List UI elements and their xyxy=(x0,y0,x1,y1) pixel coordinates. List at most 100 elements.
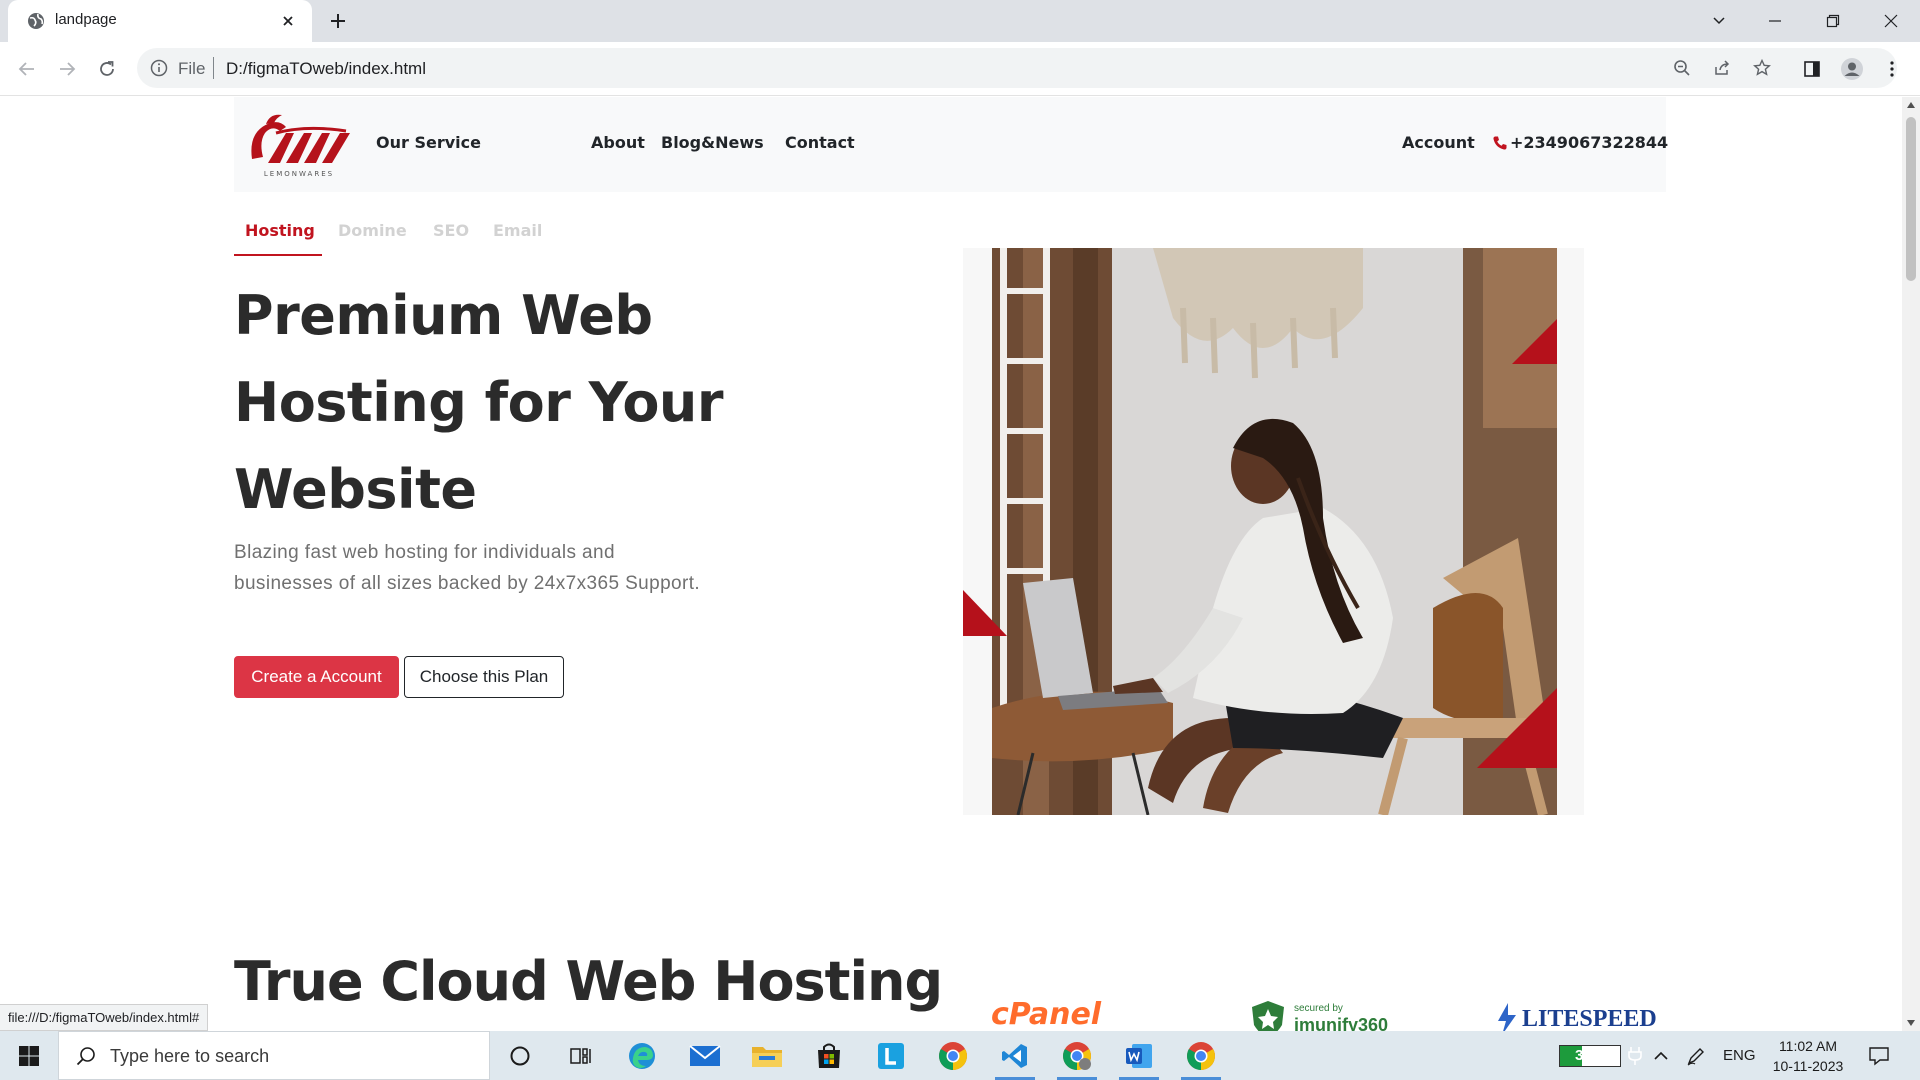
plug-icon xyxy=(1628,1046,1642,1065)
chevron-down-icon xyxy=(1713,17,1725,25)
tab-hosting[interactable]: Hosting xyxy=(234,214,322,256)
hero-photo xyxy=(963,248,1557,815)
forward-button[interactable] xyxy=(54,56,80,82)
bookmark-button[interactable] xyxy=(1749,55,1775,81)
back-icon xyxy=(18,62,34,76)
forward-icon xyxy=(60,62,76,76)
tab-email[interactable]: Email xyxy=(493,214,542,256)
chrome-icon xyxy=(1063,1041,1091,1070)
nav-account[interactable]: Account xyxy=(1402,133,1475,152)
mail-app[interactable] xyxy=(677,1031,733,1080)
litespeed-logo: LITESPEED xyxy=(1494,999,1657,1031)
sidepanel-icon xyxy=(1804,61,1820,77)
cortana-button[interactable] xyxy=(492,1031,548,1080)
url-text[interactable]: D:/figmaTOweb/index.html xyxy=(226,59,426,79)
zoom-button[interactable] xyxy=(1669,55,1695,81)
battery-indicator[interactable]: 36% xyxy=(1559,1045,1621,1067)
logo-wordmark: LEMONWARES xyxy=(264,170,334,178)
chrome-profile-app[interactable] xyxy=(1049,1031,1105,1080)
language-indicator[interactable]: ENG xyxy=(1723,1031,1756,1080)
imunify-secured-by: secured by xyxy=(1294,1003,1343,1014)
store-icon xyxy=(818,1043,840,1068)
close-window-button[interactable] xyxy=(1868,4,1914,38)
minimize-button[interactable] xyxy=(1752,4,1798,38)
browser-menu-button[interactable] xyxy=(1879,56,1905,82)
task-view-button[interactable] xyxy=(552,1031,608,1080)
scroll-down-arrow[interactable] xyxy=(1907,1020,1915,1026)
windows-taskbar: Type here to search 36% ENG 11:02 AM 10-… xyxy=(0,1031,1920,1080)
cpanel-text: cPanel xyxy=(991,996,1102,1032)
info-icon[interactable] xyxy=(149,58,169,78)
hero-title-line: Premium Web xyxy=(234,284,653,347)
power-icon[interactable] xyxy=(1627,1031,1643,1080)
scrollbar-thumb[interactable] xyxy=(1906,117,1916,281)
share-icon xyxy=(1715,60,1730,75)
start-button[interactable] xyxy=(0,1031,58,1080)
tab-domine[interactable]: Domine xyxy=(338,214,407,256)
hero-description-line: Blazing fast web hosting for individuals… xyxy=(234,542,615,563)
side-panel-button[interactable] xyxy=(1799,56,1825,82)
star-icon xyxy=(1753,58,1771,76)
clock-date: 10-11-2023 xyxy=(1772,1058,1844,1074)
site-navbar: LEMONWARES Our Service About Blog&News C… xyxy=(234,97,1668,192)
store-app[interactable] xyxy=(801,1031,857,1080)
notification-icon xyxy=(1869,1046,1889,1065)
scroll-up-arrow[interactable] xyxy=(1907,102,1915,108)
address-bar[interactable]: File D:/figmaTOweb/index.html xyxy=(137,48,1897,88)
phone-number: +2349067322844 xyxy=(1510,133,1669,152)
section-title: True Cloud Web Hosting xyxy=(234,950,943,1013)
word-app[interactable] xyxy=(1111,1031,1167,1080)
clock-time: 11:02 AM xyxy=(1778,1038,1838,1054)
page-scrollbar[interactable] xyxy=(1902,97,1920,1031)
maximize-icon xyxy=(1826,14,1840,28)
menu-icon xyxy=(1890,61,1894,77)
l-app-icon xyxy=(878,1042,904,1069)
share-button[interactable] xyxy=(1709,55,1735,81)
tab-seo[interactable]: SEO xyxy=(433,214,469,256)
url-scheme: File xyxy=(178,59,206,78)
reload-button[interactable] xyxy=(94,56,120,82)
hero-title: Premium Web Hosting for Your Website xyxy=(234,272,934,533)
word-icon xyxy=(1126,1043,1152,1068)
phone-link[interactable]: +2349067322844 xyxy=(1492,133,1668,152)
reload-icon xyxy=(100,61,114,76)
search-placeholder: Type here to search xyxy=(110,1046,270,1066)
hero-title-line: Hosting for Your xyxy=(234,371,724,434)
nav-contact[interactable]: Contact xyxy=(785,133,855,152)
hero-image-frame xyxy=(963,248,1584,815)
letter-l-app[interactable] xyxy=(863,1031,919,1080)
nav-blog-news[interactable]: Blog&News xyxy=(661,133,764,152)
profile-icon xyxy=(1841,58,1863,80)
profile-button[interactable] xyxy=(1839,56,1865,82)
create-account-button[interactable]: Create a Account xyxy=(234,656,399,698)
browser-tab[interactable]: landpage xyxy=(8,0,312,42)
tab-strip: landpage xyxy=(0,0,1920,42)
taskbar-clock[interactable]: 11:02 AM 10-11-2023 xyxy=(1766,1036,1850,1076)
chrome-app[interactable] xyxy=(925,1031,981,1080)
pen-icon xyxy=(1687,1047,1704,1065)
notifications-button[interactable] xyxy=(1868,1031,1890,1080)
lemonwares-logo[interactable]: LEMONWARES xyxy=(246,109,352,183)
chevron-up-icon xyxy=(1654,1051,1668,1060)
close-icon[interactable] xyxy=(278,11,298,31)
taskbar-search[interactable]: Type here to search xyxy=(58,1031,490,1080)
tab-search-button[interactable] xyxy=(1696,4,1742,38)
choose-plan-button[interactable]: Choose this Plan xyxy=(404,656,564,698)
edge-app[interactable] xyxy=(614,1031,670,1080)
vscode-icon xyxy=(1002,1043,1027,1068)
nav-about[interactable]: About xyxy=(591,133,645,152)
pen-workspace-button[interactable] xyxy=(1686,1031,1706,1080)
chrome-icon xyxy=(939,1041,967,1070)
litespeed-bolt-icon xyxy=(1498,1003,1516,1031)
globe-icon xyxy=(28,13,44,29)
plus-icon[interactable] xyxy=(326,9,350,33)
nav-our-service[interactable]: Our Service xyxy=(376,133,481,152)
chrome-active-app[interactable] xyxy=(1173,1031,1229,1080)
vscode-app[interactable] xyxy=(987,1031,1043,1080)
file-explorer-app[interactable] xyxy=(739,1031,795,1080)
chrome-icon xyxy=(1187,1041,1215,1070)
back-button[interactable] xyxy=(14,56,40,82)
mail-icon xyxy=(689,1044,721,1066)
restore-button[interactable] xyxy=(1810,4,1856,38)
tray-overflow-button[interactable] xyxy=(1652,1031,1670,1080)
